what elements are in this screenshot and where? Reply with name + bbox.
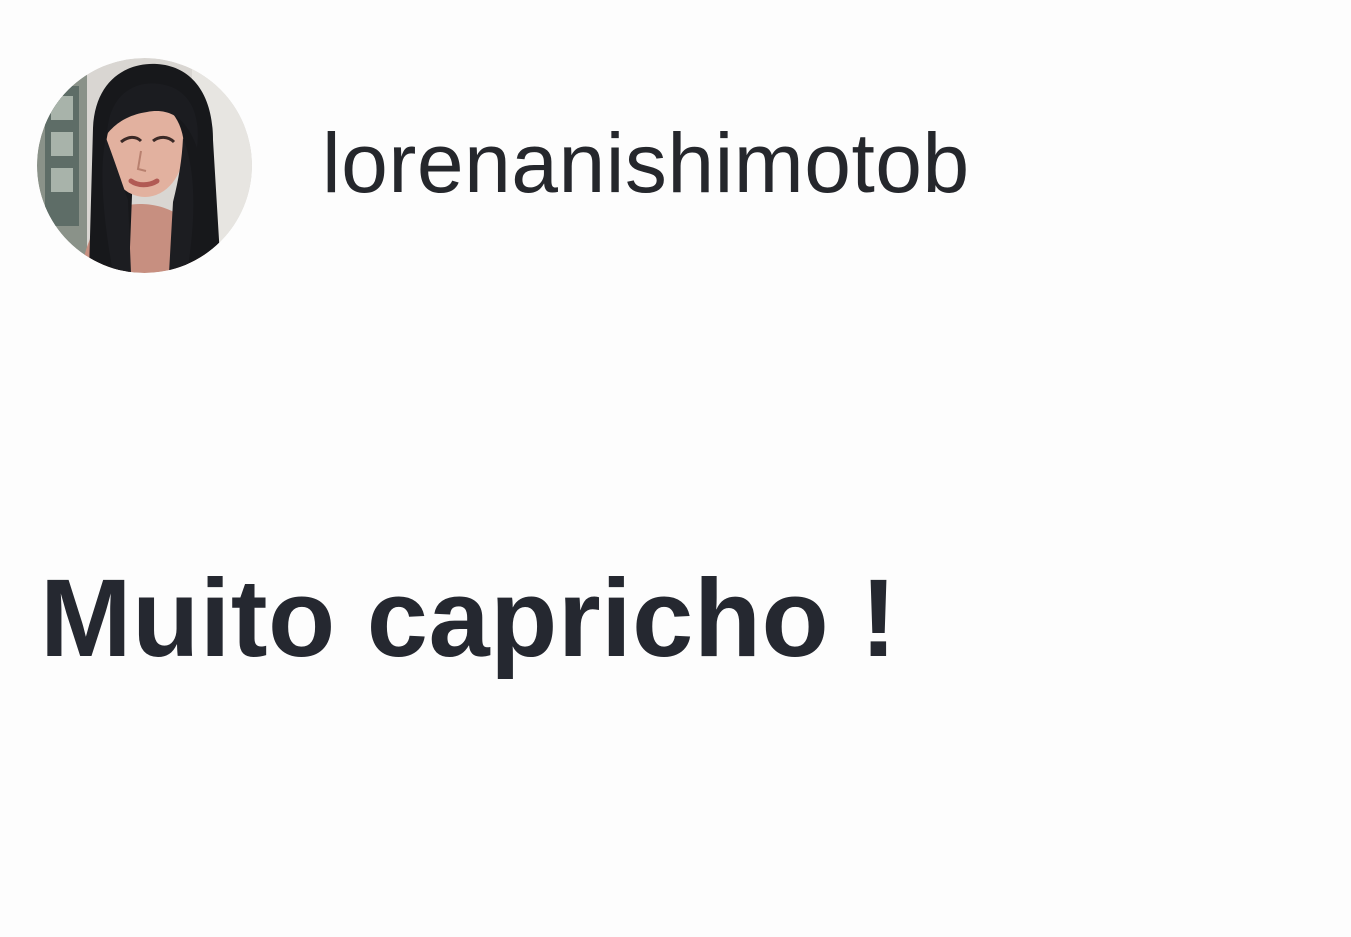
comment-text: Muito capricho ! [40, 557, 898, 680]
comment-author-row: lorenanishimotob [37, 57, 970, 273]
profile-photo-avatar-icon [37, 57, 252, 273]
comment-card: lorenanishimotob Muito capricho ! [0, 0, 1351, 937]
avatar[interactable] [37, 57, 252, 273]
comment-author-username[interactable]: lorenanishimotob [322, 121, 970, 205]
